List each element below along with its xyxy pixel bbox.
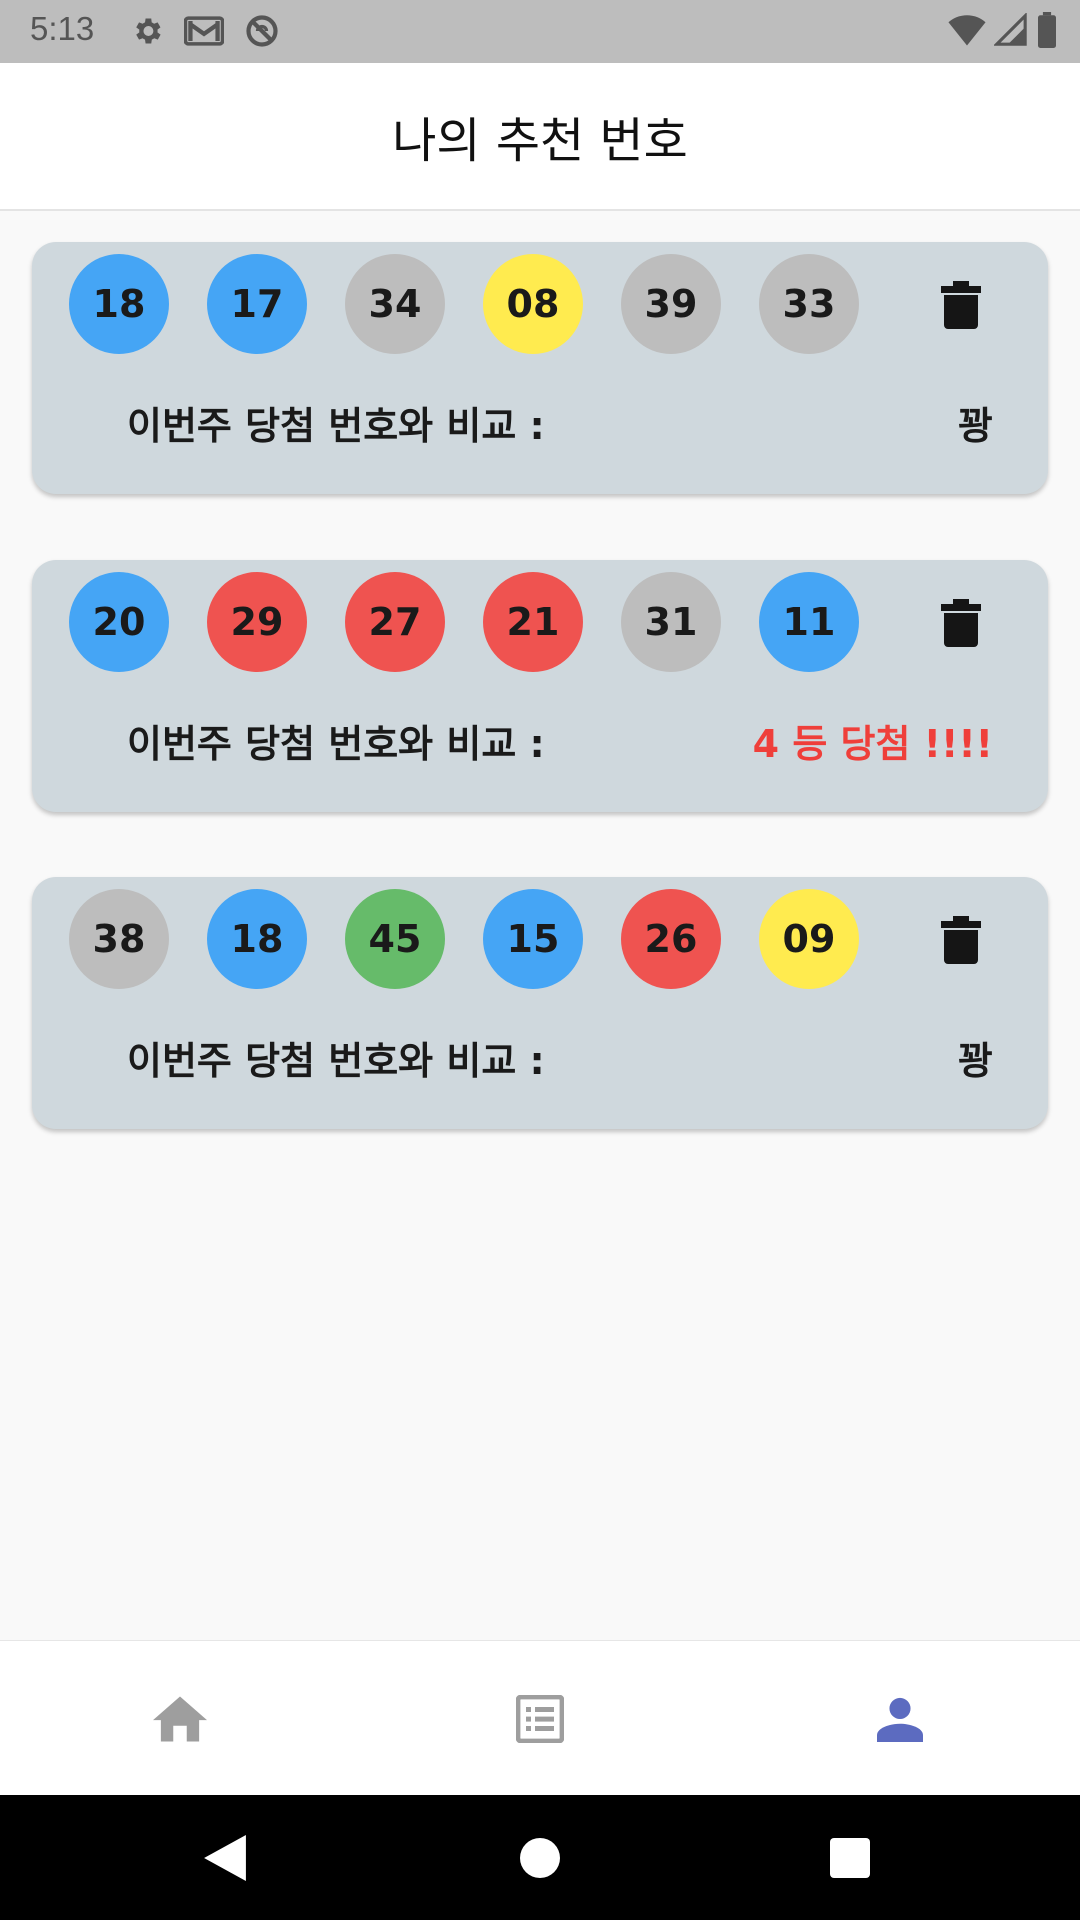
nav-item-list[interactable] xyxy=(360,1641,720,1796)
status-icons-right xyxy=(948,12,1058,48)
number-ball: 11 xyxy=(759,572,859,672)
trash-icon xyxy=(941,916,981,964)
number-ball: 45 xyxy=(345,889,445,989)
gear-icon xyxy=(136,18,161,44)
delete-button[interactable] xyxy=(932,279,990,331)
home-icon xyxy=(153,1696,207,1741)
page-title: 나의 추천 번호 xyxy=(392,113,688,169)
number-ball: 15 xyxy=(483,889,583,989)
number-ball: 29 xyxy=(207,572,307,672)
recommended-number-list: 18 17 34 08 39 33 이번주 당첨 번호와 비교 : 꽝 20 2… xyxy=(0,211,1080,1640)
compare-label: 이번주 당첨 번호와 비교 : xyxy=(127,722,545,766)
home-circle-icon xyxy=(520,1837,560,1878)
trash-icon xyxy=(941,281,981,329)
back-icon xyxy=(204,1834,246,1881)
ball-row: 18 17 34 08 39 33 xyxy=(69,254,859,354)
status-bar: 5:13 xyxy=(0,0,1080,63)
number-ball: 34 xyxy=(345,254,445,354)
number-ball: 18 xyxy=(207,889,307,989)
system-navigation-bar xyxy=(0,1795,1080,1920)
result-text: 4 등 당첨 !!!! xyxy=(752,722,993,766)
number-ball: 27 xyxy=(345,572,445,672)
bottom-navigation xyxy=(0,1640,1080,1795)
number-ball: 38 xyxy=(69,889,169,989)
signal-icon xyxy=(994,13,1027,46)
compare-label: 이번주 당첨 번호와 비교 : xyxy=(127,1039,545,1083)
number-card: 18 17 34 08 39 33 이번주 당첨 번호와 비교 : 꽝 xyxy=(32,242,1048,494)
number-ball: 17 xyxy=(207,254,307,354)
number-ball: 08 xyxy=(483,254,583,354)
person-icon xyxy=(877,1697,923,1742)
number-ball: 26 xyxy=(621,889,721,989)
number-ball: 31 xyxy=(621,572,721,672)
battery-icon xyxy=(1038,12,1056,48)
nav-item-home[interactable] xyxy=(0,1641,360,1796)
ball-row: 20 29 27 21 31 11 xyxy=(69,572,859,672)
gmail-icon xyxy=(184,16,224,46)
system-recents-button[interactable] xyxy=(770,1795,930,1920)
delete-button[interactable] xyxy=(932,914,990,966)
trash-icon xyxy=(941,599,981,647)
list-icon xyxy=(516,1694,564,1743)
recents-icon xyxy=(830,1837,870,1878)
number-card: 38 18 45 15 26 09 이번주 당첨 번호와 비교 : 꽝 xyxy=(32,877,1048,1129)
status-icons-left xyxy=(130,13,280,49)
system-back-button[interactable] xyxy=(145,1795,305,1920)
do-not-disturb-icon xyxy=(246,15,278,47)
number-ball: 20 xyxy=(69,572,169,672)
ball-row: 38 18 45 15 26 09 xyxy=(69,889,859,989)
nav-item-profile[interactable] xyxy=(720,1641,1080,1796)
number-ball: 09 xyxy=(759,889,859,989)
result-text: 꽝 xyxy=(958,1039,993,1083)
number-card: 20 29 27 21 31 11 이번주 당첨 번호와 비교 : 4 등 당첨… xyxy=(32,560,1048,812)
app-header: 나의 추천 번호 xyxy=(0,63,1080,211)
number-ball: 21 xyxy=(483,572,583,672)
compare-label: 이번주 당첨 번호와 비교 : xyxy=(127,404,545,448)
delete-button[interactable] xyxy=(932,597,990,649)
wifi-icon xyxy=(948,15,986,46)
number-ball: 18 xyxy=(69,254,169,354)
number-ball: 39 xyxy=(621,254,721,354)
status-time: 5:13 xyxy=(30,10,95,47)
system-home-button[interactable] xyxy=(460,1795,620,1920)
result-text: 꽝 xyxy=(958,404,993,448)
number-ball: 33 xyxy=(759,254,859,354)
